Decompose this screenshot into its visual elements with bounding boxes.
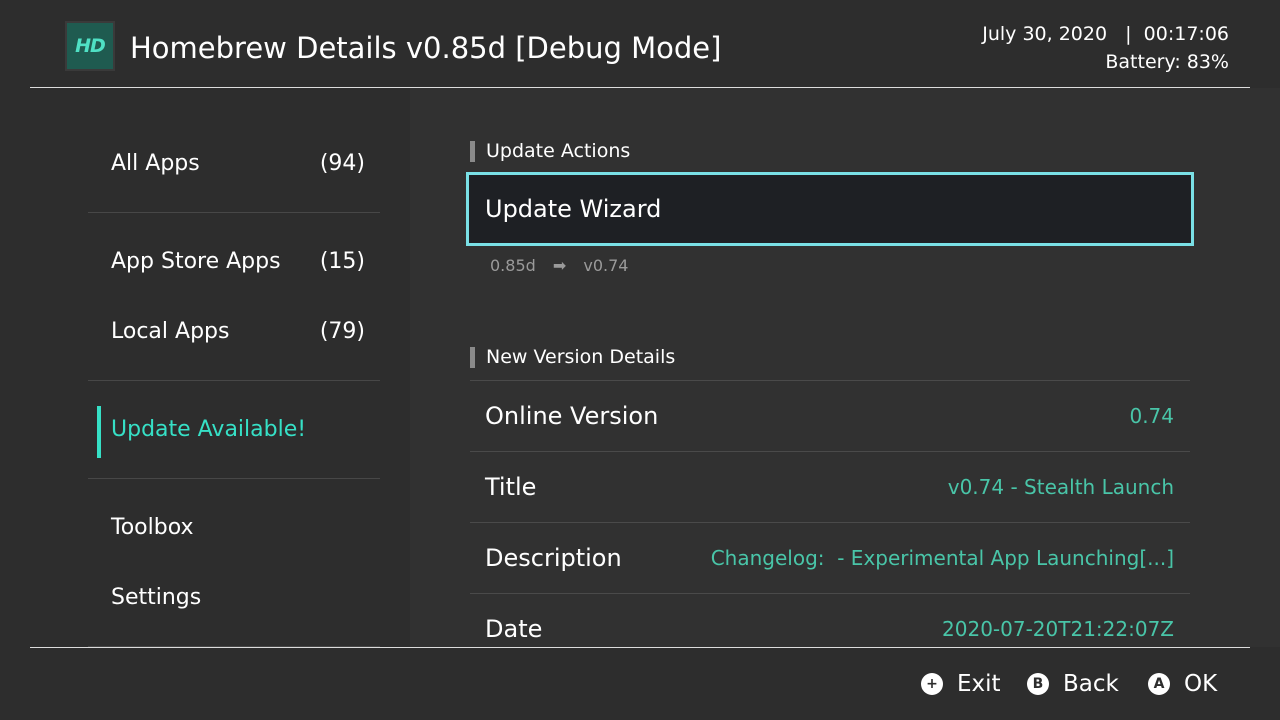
arrow-right-icon: ➡ bbox=[552, 256, 567, 275]
sidebar-divider bbox=[88, 380, 380, 381]
detail-value: 0.74 bbox=[1129, 404, 1174, 428]
section-title: New Version Details bbox=[486, 346, 676, 368]
detail-value: 2020-07-20T21:22:07Z bbox=[942, 617, 1174, 641]
sidebar-item-label: Local Apps bbox=[111, 318, 230, 344]
detail-key: Date bbox=[485, 615, 543, 643]
sidebar-item-count: (15) bbox=[319, 248, 365, 274]
detail-row-description[interactable]: Description Changelog: - Experimental Ap… bbox=[470, 523, 1190, 593]
sidebar-item-count: (94) bbox=[319, 150, 365, 176]
version-transition: 0.85d ➡ v0.74 bbox=[490, 256, 628, 275]
status-area: July 30, 2020 | 00:17:06 Battery: 83% bbox=[982, 20, 1229, 76]
sidebar-item-label: Toolbox bbox=[111, 514, 194, 540]
sidebar-item-label: Update Available! bbox=[111, 416, 307, 442]
back-label: Back bbox=[1063, 671, 1119, 697]
ok-label: OK bbox=[1184, 671, 1218, 697]
header-bar: HD Homebrew Details v0.85d [Debug Mode] … bbox=[0, 0, 1280, 88]
detail-row-title[interactable]: Title v0.74 - Stealth Launch bbox=[470, 452, 1190, 522]
sidebar-item-all-apps[interactable]: All Apps (94) bbox=[88, 133, 380, 193]
page-title: Homebrew Details v0.85d [Debug Mode] bbox=[130, 31, 722, 65]
plus-button-icon: + bbox=[921, 673, 943, 695]
active-indicator bbox=[97, 406, 101, 458]
detail-key: Title bbox=[485, 473, 537, 501]
sidebar-item-label: All Apps bbox=[111, 150, 200, 176]
section-header-new-version-details: New Version Details bbox=[470, 346, 675, 368]
main-content[interactable]: Update Actions Update Wizard 0.85d ➡ v0.… bbox=[410, 88, 1280, 647]
detail-row-date[interactable]: Date 2020-07-20T21:22:07Z bbox=[470, 594, 1190, 647]
target-version: v0.74 bbox=[583, 256, 629, 275]
exit-button[interactable]: + Exit bbox=[921, 648, 1001, 720]
sidebar-item-app-store-apps[interactable]: App Store Apps (15) bbox=[88, 231, 380, 291]
app-logo: HD bbox=[65, 21, 115, 71]
detail-key: Online Version bbox=[485, 402, 659, 430]
sidebar-item-local-apps[interactable]: Local Apps (79) bbox=[88, 301, 380, 361]
battery-text: Battery: 83% bbox=[1105, 51, 1229, 73]
sidebar-item-label: App Store Apps bbox=[111, 248, 281, 274]
back-button[interactable]: B Back bbox=[1027, 648, 1119, 720]
detail-key: Description bbox=[485, 544, 622, 572]
section-header-update-actions: Update Actions bbox=[470, 140, 630, 162]
detail-value: Changelog: - Experimental App Launching[… bbox=[710, 546, 1174, 570]
section-marker bbox=[470, 346, 475, 368]
current-version: 0.85d bbox=[490, 256, 536, 275]
sidebar-item-label: Settings bbox=[111, 584, 202, 610]
detail-row-online-version[interactable]: Online Version 0.74 bbox=[470, 381, 1190, 451]
footer-bar: + Exit B Back A OK bbox=[0, 648, 1280, 720]
sidebar: All Apps (94) App Store Apps (15) Local … bbox=[0, 88, 410, 647]
sidebar-item-count: (79) bbox=[319, 318, 365, 344]
sidebar-divider bbox=[88, 212, 380, 213]
detail-value: v0.74 - Stealth Launch bbox=[947, 475, 1174, 499]
sidebar-divider bbox=[88, 478, 380, 479]
app-logo-text: HD bbox=[75, 35, 106, 57]
update-wizard-label: Update Wizard bbox=[485, 195, 662, 223]
sidebar-item-update-available[interactable]: Update Available! bbox=[88, 399, 380, 459]
datetime-text: July 30, 2020 | 00:17:06 bbox=[982, 23, 1229, 45]
exit-label: Exit bbox=[957, 671, 1001, 697]
sidebar-item-toolbox[interactable]: Toolbox bbox=[88, 497, 380, 557]
a-button-icon: A bbox=[1148, 673, 1170, 695]
section-marker bbox=[470, 140, 475, 162]
section-title: Update Actions bbox=[486, 140, 631, 162]
ok-button[interactable]: A OK bbox=[1148, 648, 1217, 720]
b-button-icon: B bbox=[1027, 673, 1049, 695]
sidebar-item-settings[interactable]: Settings bbox=[88, 567, 380, 627]
update-wizard-button[interactable]: Update Wizard bbox=[466, 172, 1194, 246]
